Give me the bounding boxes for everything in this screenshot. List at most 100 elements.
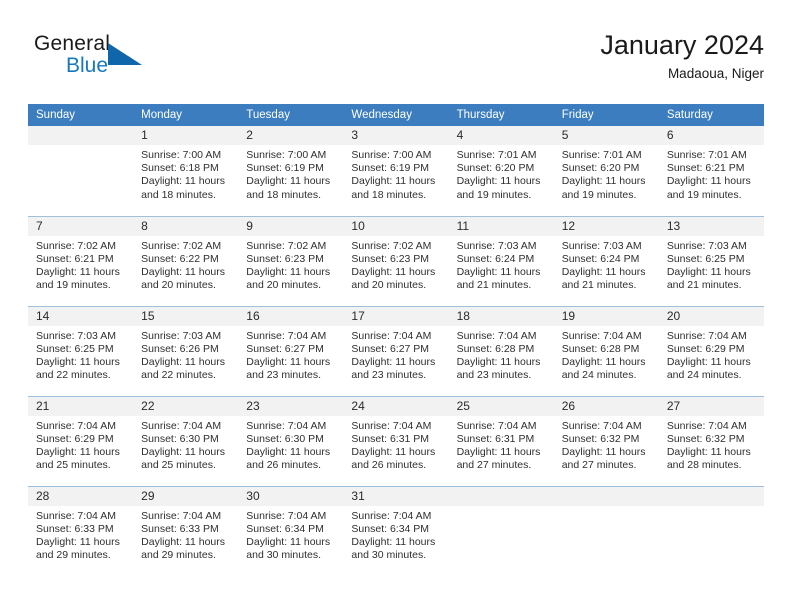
weekday-header-monday: Monday bbox=[133, 104, 239, 126]
sunrise-time: Sunrise: 7:03 AM bbox=[141, 329, 222, 342]
daylight-duration-line2: and 21 minutes. bbox=[561, 279, 637, 292]
calendar-day-cell[interactable]: 4 Sunrise: 7:01 AM Sunset: 6:20 PM Daylight… bbox=[448, 126, 554, 216]
logo-text-general: General bbox=[34, 32, 111, 55]
calendar-day-cell[interactable]: 23 Sunrise: 7:04 AM Sunset: 6:30 PM Dayligh… bbox=[238, 395, 344, 486]
daylight-duration-line2: and 25 minutes. bbox=[141, 459, 216, 472]
calendar-week-row: 7 Sunrise: 7:02 AM Sunset: 6:21 PM Daylight… bbox=[28, 215, 764, 306]
calendar-day-cell[interactable]: 12 Sunrise: 7:03 AM Sunset: 6:24 PM Dayligh… bbox=[553, 215, 659, 306]
daylight-duration-line1: Daylight: 11 hours bbox=[561, 445, 646, 458]
calendar-day-cell[interactable]: 8 Sunrise: 7:02 AM Sunset: 6:22 PM Daylight… bbox=[133, 215, 239, 306]
calendar-day-cell[interactable]: 9 Sunrise: 7:02 AM Sunset: 6:23 PM Daylight… bbox=[238, 215, 344, 306]
day-details: Sunrise: 7:01 AM Sunset: 6:20 PM Daylight:… bbox=[449, 145, 554, 202]
general-blue-logo: General Blue bbox=[34, 32, 174, 88]
day-details: Sunrise: 7:04 AM Sunset: 6:32 PM Daylight:… bbox=[659, 416, 764, 473]
title-block: January 2024 Madaoua, Niger bbox=[600, 28, 764, 84]
day-details: Sunrise: 7:03 AM Sunset: 6:25 PM Daylight:… bbox=[659, 236, 764, 293]
calendar-day-cell[interactable]: 13 Sunrise: 7:03 AM Sunset: 6:25 PM Dayligh… bbox=[658, 215, 764, 306]
day-details: Sunrise: 7:02 AM Sunset: 6:23 PM Daylight:… bbox=[238, 236, 343, 293]
calendar-day-cell[interactable]: 2 Sunrise: 7:00 AM Sunset: 6:19 PM Daylight… bbox=[238, 126, 344, 216]
calendar-day-cell[interactable]: 6 Sunrise: 7:01 AM Sunset: 6:21 PM Daylight… bbox=[658, 126, 764, 216]
daylight-duration-line2: and 26 minutes. bbox=[246, 459, 321, 472]
daylight-duration-line2: and 24 minutes. bbox=[666, 369, 742, 382]
weekday-header-friday: Friday bbox=[553, 104, 659, 126]
day-details: Sunrise: 7:04 AM Sunset: 6:32 PM Daylight:… bbox=[554, 416, 659, 473]
day-number: 11 bbox=[448, 216, 554, 236]
sunrise-time: Sunrise: 7:00 AM bbox=[351, 149, 432, 161]
day-number bbox=[658, 486, 764, 506]
sunrise-time: Sunrise: 7:00 AM bbox=[246, 149, 327, 161]
day-details: Sunrise: 7:02 AM Sunset: 6:21 PM Daylight:… bbox=[28, 236, 133, 293]
calendar-day-cell[interactable]: 21 Sunrise: 7:04 AM Sunset: 6:29 PM Dayligh… bbox=[28, 395, 134, 486]
calendar-day-cell[interactable]: 30 Sunrise: 7:04 AM Sunset: 6:34 PM Dayligh… bbox=[238, 485, 344, 576]
calendar-day-cell[interactable]: 16 Sunrise: 7:04 AM Sunset: 6:27 PM Dayligh… bbox=[238, 305, 344, 396]
sunset-time: Sunset: 6:29 PM bbox=[36, 432, 114, 445]
calendar-day-cell[interactable]: 10 Sunrise: 7:02 AM Sunset: 6:23 PM Dayligh… bbox=[343, 215, 449, 306]
daylight-duration-line1: Daylight: 11 hours bbox=[351, 445, 436, 458]
sunrise-time: Sunrise: 7:04 AM bbox=[141, 509, 222, 522]
sunset-time: Sunset: 6:34 PM bbox=[351, 522, 430, 535]
calendar-day-cell[interactable]: 25 Sunrise: 7:04 AM Sunset: 6:31 PM Dayligh… bbox=[448, 395, 554, 486]
calendar-table: Sunday Monday Tuesday Wednesday Thursday… bbox=[28, 104, 764, 576]
daylight-duration-line2: and 27 minutes. bbox=[561, 459, 637, 472]
daylight-duration-line1: Daylight: 11 hours bbox=[141, 175, 225, 188]
calendar-day-cell[interactable]: 1 Sunrise: 7:00 AM Sunset: 6:18 PM Daylight… bbox=[133, 126, 239, 216]
sunset-time: Sunset: 6:33 PM bbox=[36, 522, 114, 535]
day-number: 12 bbox=[553, 216, 659, 236]
daylight-duration-line1: Daylight: 11 hours bbox=[246, 175, 331, 188]
sunrise-time: Sunrise: 7:04 AM bbox=[351, 419, 432, 432]
calendar-page: General Blue January 2024 Madaoua, Niger… bbox=[0, 0, 792, 612]
day-details: Sunrise: 7:00 AM Sunset: 6:19 PM Daylight:… bbox=[238, 145, 343, 202]
calendar-day-cell[interactable]: 5 Sunrise: 7:01 AM Sunset: 6:20 PM Daylight… bbox=[553, 126, 659, 216]
day-details: Sunrise: 7:04 AM Sunset: 6:28 PM Daylight:… bbox=[554, 326, 659, 383]
day-number bbox=[28, 126, 134, 145]
day-number: 24 bbox=[343, 396, 449, 416]
sunrise-time: Sunrise: 7:03 AM bbox=[456, 239, 537, 252]
day-number: 30 bbox=[238, 486, 344, 506]
calendar-day-cell[interactable]: 15 Sunrise: 7:03 AM Sunset: 6:26 PM Dayligh… bbox=[133, 305, 239, 396]
calendar-day-cell[interactable]: 29 Sunrise: 7:04 AM Sunset: 6:33 PM Dayligh… bbox=[133, 485, 239, 576]
day-details: Sunrise: 7:04 AM Sunset: 6:29 PM Daylight:… bbox=[28, 416, 133, 473]
calendar-day-cell[interactable]: 24 Sunrise: 7:04 AM Sunset: 6:31 PM Dayligh… bbox=[343, 395, 449, 486]
calendar-day-cell[interactable]: 18 Sunrise: 7:04 AM Sunset: 6:28 PM Dayligh… bbox=[448, 305, 554, 396]
sunset-time: Sunset: 6:25 PM bbox=[36, 342, 114, 355]
day-number: 29 bbox=[133, 486, 239, 506]
sunset-time: Sunset: 6:31 PM bbox=[351, 432, 430, 445]
daylight-duration-line1: Daylight: 11 hours bbox=[351, 355, 436, 368]
day-number: 20 bbox=[658, 306, 764, 326]
calendar-day-cell[interactable]: 28 Sunrise: 7:04 AM Sunset: 6:33 PM Dayligh… bbox=[28, 485, 134, 576]
day-details: Sunrise: 7:00 AM Sunset: 6:18 PM Daylight:… bbox=[133, 145, 238, 202]
sunset-time: Sunset: 6:30 PM bbox=[141, 432, 219, 445]
daylight-duration-line1: Daylight: 11 hours bbox=[351, 535, 436, 548]
calendar-day-cell[interactable]: 17 Sunrise: 7:04 AM Sunset: 6:27 PM Dayligh… bbox=[343, 305, 449, 396]
daylight-duration-line2: and 29 minutes. bbox=[141, 549, 216, 562]
calendar-day-cell[interactable]: 20 Sunrise: 7:04 AM Sunset: 6:29 PM Dayligh… bbox=[658, 305, 764, 396]
daylight-duration-line1: Daylight: 11 hours bbox=[456, 355, 541, 368]
calendar-day-cell[interactable]: 27 Sunrise: 7:04 AM Sunset: 6:32 PM Dayligh… bbox=[658, 395, 764, 486]
day-number: 21 bbox=[28, 396, 134, 416]
day-number: 3 bbox=[343, 126, 449, 145]
calendar-day-cell[interactable]: 22 Sunrise: 7:04 AM Sunset: 6:30 PM Dayligh… bbox=[133, 395, 239, 486]
sunset-time: Sunset: 6:18 PM bbox=[141, 162, 219, 175]
daylight-duration-line2: and 21 minutes. bbox=[666, 279, 742, 292]
calendar-body: 1 Sunrise: 7:00 AM Sunset: 6:18 PM Daylight… bbox=[28, 126, 764, 576]
day-number: 10 bbox=[343, 216, 449, 236]
sunrise-time: Sunrise: 7:04 AM bbox=[561, 329, 642, 342]
day-details: Sunrise: 7:04 AM Sunset: 6:27 PM Daylight:… bbox=[238, 326, 343, 383]
calendar-day-cell[interactable]: 19 Sunrise: 7:04 AM Sunset: 6:28 PM Dayligh… bbox=[553, 305, 659, 396]
daylight-duration-line2: and 30 minutes. bbox=[246, 549, 321, 562]
daylight-duration-line2: and 18 minutes. bbox=[351, 188, 427, 201]
calendar-day-cell[interactable]: 26 Sunrise: 7:04 AM Sunset: 6:32 PM Dayligh… bbox=[553, 395, 659, 486]
calendar-day-cell[interactable]: 3 Sunrise: 7:00 AM Sunset: 6:19 PM Daylight… bbox=[343, 126, 449, 216]
day-details: Sunrise: 7:02 AM Sunset: 6:22 PM Daylight:… bbox=[133, 236, 238, 293]
day-details: Sunrise: 7:04 AM Sunset: 6:33 PM Daylight:… bbox=[133, 506, 238, 563]
daylight-duration-line1: Daylight: 11 hours bbox=[36, 445, 120, 458]
day-details: Sunrise: 7:04 AM Sunset: 6:29 PM Daylight:… bbox=[659, 326, 764, 383]
calendar-day-cell[interactable]: 11 Sunrise: 7:03 AM Sunset: 6:24 PM Dayligh… bbox=[448, 215, 554, 306]
calendar-day-cell[interactable]: 31 Sunrise: 7:04 AM Sunset: 6:34 PM Dayligh… bbox=[343, 485, 449, 576]
calendar-day-cell[interactable]: 7 Sunrise: 7:02 AM Sunset: 6:21 PM Daylight… bbox=[28, 215, 134, 306]
day-number: 14 bbox=[28, 306, 134, 326]
page-header: General Blue January 2024 Madaoua, Niger bbox=[28, 28, 764, 96]
calendar-day-cell[interactable]: 14 Sunrise: 7:03 AM Sunset: 6:25 PM Dayligh… bbox=[28, 305, 134, 396]
day-number: 23 bbox=[238, 396, 344, 416]
day-number: 25 bbox=[448, 396, 554, 416]
